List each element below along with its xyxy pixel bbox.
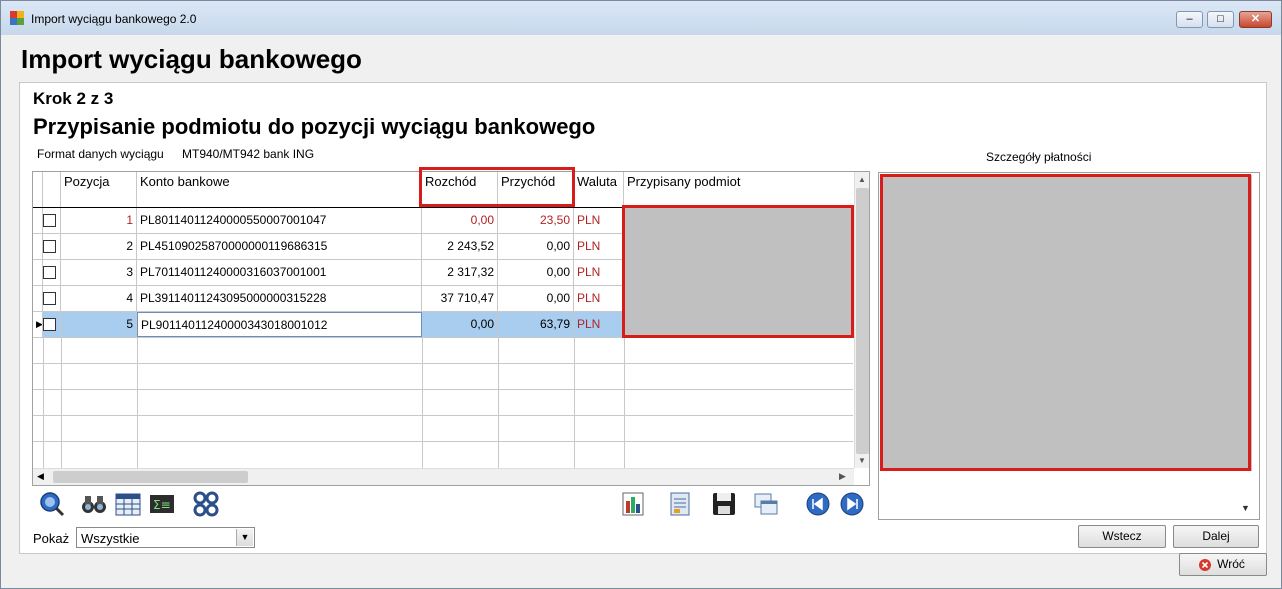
- horizontal-scrollbar[interactable]: ◀ ▶: [33, 468, 854, 485]
- column-header-podmiot[interactable]: Przypisany podmiot: [624, 172, 854, 208]
- chevron-down-icon[interactable]: ▼: [236, 529, 253, 546]
- row-indicator: [33, 234, 43, 259]
- cell-konto[interactable]: PL70114011240000316037001001: [137, 260, 422, 285]
- details-scroll-down-icon[interactable]: ▼: [1241, 503, 1250, 513]
- cell-rozchod[interactable]: 0,00: [422, 208, 498, 233]
- cell-waluta: PLN: [574, 286, 624, 311]
- cell-waluta: PLN: [574, 208, 624, 233]
- row-select-cell[interactable]: [43, 260, 61, 285]
- scroll-right-icon[interactable]: ▶: [839, 471, 846, 482]
- column-header-konto[interactable]: Konto bankowe: [137, 172, 422, 208]
- document-icon[interactable]: [667, 491, 693, 517]
- row-checkbox[interactable]: [43, 266, 56, 279]
- current-row-arrow-icon: ▶: [36, 319, 43, 329]
- cell-pozycja: 3: [61, 260, 137, 285]
- table-grid-icon[interactable]: [115, 491, 141, 517]
- cell-przychod[interactable]: 63,79: [498, 312, 574, 337]
- format-label: Format danych wyciągu: [37, 147, 164, 161]
- cell-konto[interactable]: PL45109025870000000119686315: [137, 234, 422, 259]
- search-icon[interactable]: [39, 491, 65, 517]
- return-button-label: Wróć: [1217, 557, 1245, 571]
- highlight-podmiot-area: [622, 205, 854, 338]
- row-indicator: [33, 286, 43, 311]
- cell-waluta: PLN: [574, 234, 624, 259]
- row-indicator: [33, 260, 43, 285]
- empty-row: [33, 364, 853, 390]
- cell-rozchod[interactable]: 2 317,32: [422, 260, 498, 285]
- row-select-cell[interactable]: [43, 234, 61, 259]
- cell-pozycja: 5: [61, 312, 137, 337]
- step-subtitle: Przypisanie podmiotu do pozycji wyciągu …: [33, 114, 596, 139]
- row-checkbox[interactable]: [43, 318, 56, 331]
- window-title: Import wyciągu bankowego 2.0: [31, 12, 197, 26]
- cancel-icon: [1199, 559, 1211, 571]
- cell-rozchod[interactable]: 0,00: [422, 312, 498, 337]
- cell-przychod[interactable]: 0,00: [498, 234, 574, 259]
- cell-pozycja: 1: [61, 208, 137, 233]
- row-select-cell[interactable]: [43, 208, 61, 233]
- svg-text:Σ≡: Σ≡: [153, 498, 171, 512]
- binoculars-icon[interactable]: [81, 491, 107, 517]
- cell-konto[interactable]: PL39114011243095000000315228: [137, 286, 422, 311]
- main-window: Import wyciągu bankowego 2.0 – □ ✕ Impor…: [0, 0, 1282, 589]
- column-header-waluta[interactable]: Waluta: [574, 172, 624, 208]
- sum-icon[interactable]: Σ≡: [149, 491, 175, 517]
- row-indicator: ▶: [33, 312, 43, 337]
- scroll-up-icon[interactable]: ▲: [858, 175, 866, 184]
- app-icon: [10, 11, 24, 25]
- chart-report-icon[interactable]: [621, 491, 647, 517]
- horizontal-scroll-thumb[interactable]: [53, 471, 248, 483]
- settings-gears-icon[interactable]: [193, 491, 219, 517]
- vertical-scrollbar[interactable]: ▲ ▼: [854, 172, 869, 468]
- save-icon[interactable]: [711, 491, 737, 517]
- back-button[interactable]: Wstecz: [1078, 525, 1166, 548]
- row-select-cell[interactable]: [43, 286, 61, 311]
- cell-przychod[interactable]: 0,00: [498, 260, 574, 285]
- cell-przychod[interactable]: 23,50: [498, 208, 574, 233]
- format-value: MT940/MT942 bank ING: [182, 147, 315, 161]
- return-button[interactable]: Wróć: [1179, 553, 1267, 576]
- highlight-details-area: [880, 174, 1251, 471]
- first-record-icon[interactable]: [805, 491, 831, 517]
- cell-pozycja: 4: [61, 286, 137, 311]
- empty-row: [33, 390, 853, 416]
- last-record-icon[interactable]: [839, 491, 865, 517]
- row-select-cell[interactable]: [43, 312, 61, 337]
- empty-row: [33, 338, 853, 364]
- row-checkbox[interactable]: [43, 292, 56, 305]
- maximize-button[interactable]: □: [1207, 11, 1234, 28]
- column-header-pozycja[interactable]: Pozycja: [61, 172, 137, 208]
- empty-row: [33, 442, 853, 468]
- row-indicator: [33, 208, 43, 233]
- cell-pozycja: 2: [61, 234, 137, 259]
- cell-waluta: PLN: [574, 260, 624, 285]
- cell-rozchod[interactable]: 37 710,47: [422, 286, 498, 311]
- empty-row: [33, 416, 853, 442]
- vertical-scroll-thumb[interactable]: [856, 188, 869, 454]
- cell-konto[interactable]: PL80114011240000550007001047: [137, 208, 422, 233]
- details-label: Szczegóły płatności: [986, 150, 1092, 164]
- filter-select[interactable]: Wszystkie ▼: [76, 527, 255, 548]
- filter-label: Pokaż: [33, 531, 70, 546]
- windows-cascade-icon[interactable]: [753, 491, 779, 517]
- cell-waluta: PLN: [574, 312, 624, 337]
- scroll-left-icon[interactable]: ◀: [37, 471, 44, 482]
- title-bar: Import wyciągu bankowego 2.0 – □ ✕: [1, 1, 1281, 35]
- cell-konto-editor[interactable]: PL90114011240000343018001012: [137, 312, 422, 337]
- minimize-button[interactable]: –: [1176, 11, 1203, 28]
- checkbox-header: [43, 172, 61, 208]
- page-title: Import wyciągu bankowego: [21, 44, 362, 74]
- close-button[interactable]: ✕: [1239, 11, 1272, 28]
- cell-rozchod[interactable]: 2 243,52: [422, 234, 498, 259]
- step-indicator: Krok 2 z 3: [33, 89, 114, 108]
- row-indicator-header: [33, 172, 43, 208]
- row-checkbox[interactable]: [43, 214, 56, 227]
- scroll-down-icon[interactable]: ▼: [858, 456, 866, 465]
- row-checkbox[interactable]: [43, 240, 56, 253]
- filter-value: Wszystkie: [81, 531, 140, 546]
- highlight-amount-headers: [419, 167, 575, 207]
- next-button[interactable]: Dalej: [1173, 525, 1259, 548]
- cell-przychod[interactable]: 0,00: [498, 286, 574, 311]
